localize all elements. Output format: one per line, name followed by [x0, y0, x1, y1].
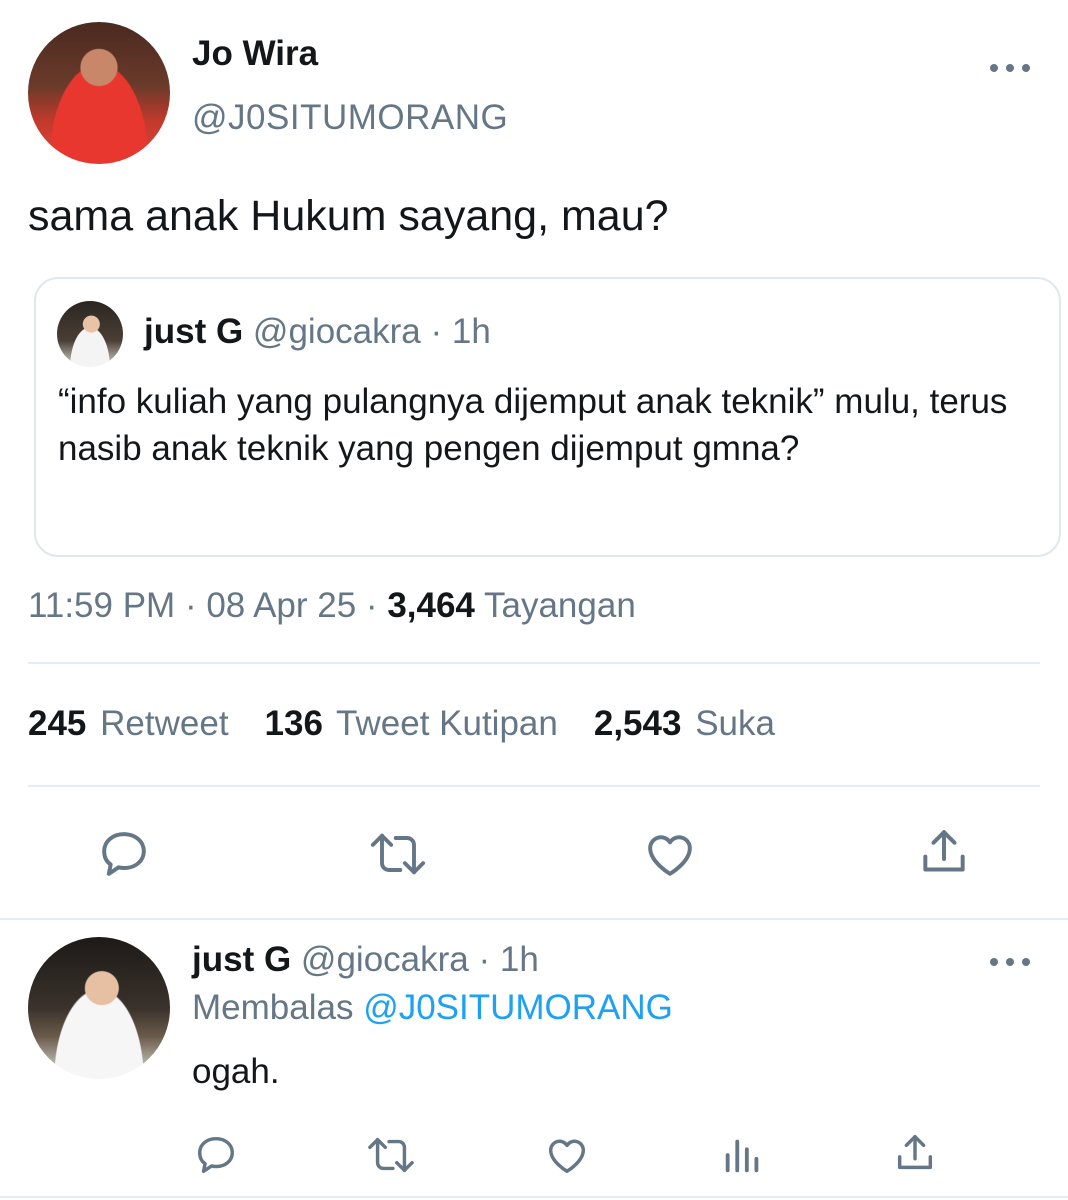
- replying-label: Membalas: [192, 988, 354, 1027]
- tweet-text: sama anak Hukum sayang, mau?: [28, 192, 669, 240]
- divider: [0, 918, 1068, 920]
- heart-icon[interactable]: [544, 1132, 590, 1178]
- quoted-author-handle: @giocakra: [252, 312, 421, 351]
- replying-to: Membalas @J0SITUMORANG: [192, 988, 673, 1028]
- views-count: 3,464: [387, 586, 475, 625]
- divider: [28, 662, 1040, 664]
- reply-avatar[interactable]: [28, 937, 170, 1079]
- retweet-icon[interactable]: [364, 1132, 418, 1178]
- reply-author-handle[interactable]: @giocakra: [301, 940, 469, 979]
- more-icon[interactable]: [990, 58, 1030, 78]
- likes-stat[interactable]: 2,543 Suka: [594, 704, 775, 744]
- tweet-stats: 245 Retweet 136 Tweet Kutipan 2,543 Suka: [28, 704, 811, 744]
- quotes-stat[interactable]: 136 Tweet Kutipan: [265, 704, 558, 744]
- replying-mention[interactable]: @J0SITUMORANG: [363, 988, 673, 1027]
- author-name[interactable]: Jo Wira: [192, 34, 318, 74]
- reply-time: 1h: [499, 940, 539, 979]
- retweets-stat[interactable]: 245 Retweet: [28, 704, 229, 744]
- share-icon[interactable]: [916, 824, 972, 880]
- reply-text: ogah.: [192, 1052, 280, 1091]
- retweet-icon[interactable]: [366, 826, 430, 882]
- divider: [28, 785, 1040, 787]
- reply-author-name[interactable]: just G: [192, 940, 291, 979]
- quoted-tweet-text: “info kuliah yang pulangnya dijemput ana…: [58, 382, 1008, 468]
- views-label: Tayangan: [484, 586, 636, 625]
- tweet-date: 08 Apr 25: [206, 586, 357, 625]
- quoted-header: just G @giocakra · 1h: [144, 312, 491, 352]
- avatar[interactable]: [28, 22, 170, 164]
- share-icon[interactable]: [892, 1130, 938, 1176]
- quoted-author-name: just G: [144, 312, 244, 351]
- reply-header: just G @giocakra · 1h: [192, 940, 539, 979]
- reply-icon[interactable]: [193, 1132, 239, 1178]
- divider: [0, 1196, 1068, 1198]
- analytics-icon[interactable]: [720, 1132, 766, 1178]
- author-handle[interactable]: @J0SITUMORANG: [192, 98, 508, 138]
- separator-dot: ·: [430, 312, 443, 351]
- tweet-meta: 11:59 PM · 08 Apr 25 · 3,464 Tayangan: [28, 586, 636, 625]
- quoted-time: 1h: [451, 312, 491, 351]
- heart-icon[interactable]: [642, 826, 698, 882]
- tweet-time: 11:59 PM: [28, 586, 176, 625]
- quoted-avatar: [57, 301, 123, 367]
- reply-icon[interactable]: [96, 826, 152, 882]
- main-tweet: Jo Wira @J0SITUMORANG sama anak Hukum sa…: [0, 0, 1068, 920]
- more-icon[interactable]: [990, 952, 1030, 972]
